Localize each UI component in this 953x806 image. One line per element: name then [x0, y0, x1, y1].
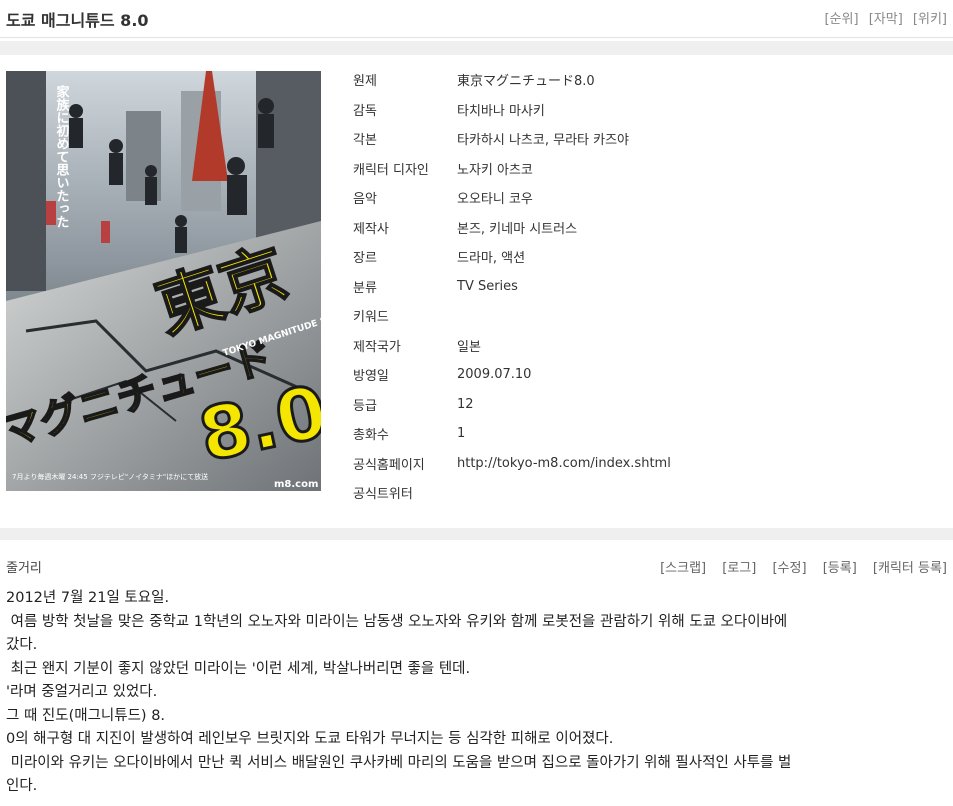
info-row-episodes: 총화수 1: [353, 426, 466, 444]
divider-band: [0, 41, 953, 55]
poster-tagline: 家族に初めて思いたった: [54, 84, 70, 228]
info-row-rating: 등급 12: [353, 396, 474, 414]
info-row-twitter: 공식트위터: [353, 487, 413, 503]
scrap-link[interactable]: [스크랩]: [660, 561, 706, 576]
info-row-original-title: 원제 東京マグニチュード8.0: [353, 74, 595, 90]
info-row-studio: 제작사 본즈, 키네마 시트러스: [353, 221, 578, 237]
info-row-screenplay: 각본 타카하시 나츠코, 무라타 카즈야: [353, 133, 630, 149]
synopsis-line: 2012년 7월 21일 토요일.: [6, 590, 170, 606]
character-register-link[interactable]: [캐릭터 등록]: [873, 561, 947, 576]
poster-url: m8.com: [274, 479, 318, 490]
poster-broadcast-text: 7月より毎週木曜 24:45 フジテレビ"ノイタミナ"ほかにて放送: [12, 472, 208, 481]
wiki-link[interactable]: [위키]: [913, 12, 947, 27]
info-row-music: 음악 오오타니 코우: [353, 192, 533, 208]
synopsis-text: 2012년 7월 21일 토요일. 여름 방학 첫날을 맞은 중학교 1학년의 …: [6, 587, 946, 799]
page-title: 도쿄 매그니튜드 8.0: [6, 11, 149, 30]
synopsis-line: 인다.: [6, 778, 38, 794]
synopsis-label: 줄거리: [6, 561, 42, 576]
edit-link[interactable]: [수정]: [772, 561, 806, 576]
info-row-keywords: 키워드: [353, 310, 389, 326]
info-row-air-date: 방영일 2009.07.10: [353, 367, 532, 385]
info-row-director: 감독 타치바나 마사키: [353, 103, 545, 119]
info-row-category: 분류 TV Series: [353, 278, 518, 296]
synopsis-line: 미라이와 유키는 오다이바에서 만난 퀵 서비스 배달원인 쿠사카베 마리의 도…: [6, 754, 792, 771]
synopsis-header: 줄거리 [스크랩] [로그] [수정] [등록] [캐릭터 등록]: [0, 553, 953, 579]
synopsis-line: 0의 해구형 대 지진이 발생하여 레인보우 브릿지와 도쿄 타워가 무너지는 …: [6, 731, 614, 747]
divider-band: [0, 528, 953, 540]
subtitle-link[interactable]: [자막]: [869, 12, 903, 27]
synopsis-line: '라며 중얼거리고 있었다.: [6, 684, 158, 700]
info-row-genre: 장르 드라마, 액션: [353, 251, 526, 267]
log-link[interactable]: [로그]: [722, 561, 756, 576]
info-row-homepage: 공식홈페이지 http://tokyo-m8.com/index.shtml: [353, 455, 671, 473]
register-link[interactable]: [등록]: [823, 561, 857, 576]
synopsis-line: 최근 왠지 기분이 좋지 않았던 미라이는 '이런 세계, 박살나버리면 좋을 …: [6, 660, 471, 677]
homepage-link[interactable]: http://tokyo-m8.com/index.shtml: [457, 456, 671, 471]
page-header: 도쿄 매그니튜드 8.0 [순위] [자막] [위키]: [0, 0, 953, 38]
top-links: [순위] [자막] [위키]: [818, 8, 947, 27]
synopsis-line: 그 때 진도(매그니튜드) 8.: [6, 707, 166, 724]
synopsis-line: 갔다.: [6, 637, 38, 653]
synopsis-links: [스크랩] [로그] [수정] [등록] [캐릭터 등록]: [648, 557, 947, 576]
info-row-character-design: 캐릭터 디자인 노자키 아츠코: [353, 162, 533, 178]
synopsis-line: 여름 방학 첫날을 맞은 중학교 1학년의 오노자와 미라이는 남동생 오노자와…: [6, 613, 788, 630]
info-table: 원제 東京マグニチュード8.0 감독 타치바나 마사키 각본 타카하시 나츠코, 무라…: [353, 65, 943, 508]
ranking-link[interactable]: [순위]: [824, 12, 858, 27]
poster-image: 家族に初めて思いたった 東京 マグニチュード 8.0 TOKYO MAGNITU…: [6, 71, 321, 491]
info-row-country: 제작국가 일본: [353, 339, 481, 355]
